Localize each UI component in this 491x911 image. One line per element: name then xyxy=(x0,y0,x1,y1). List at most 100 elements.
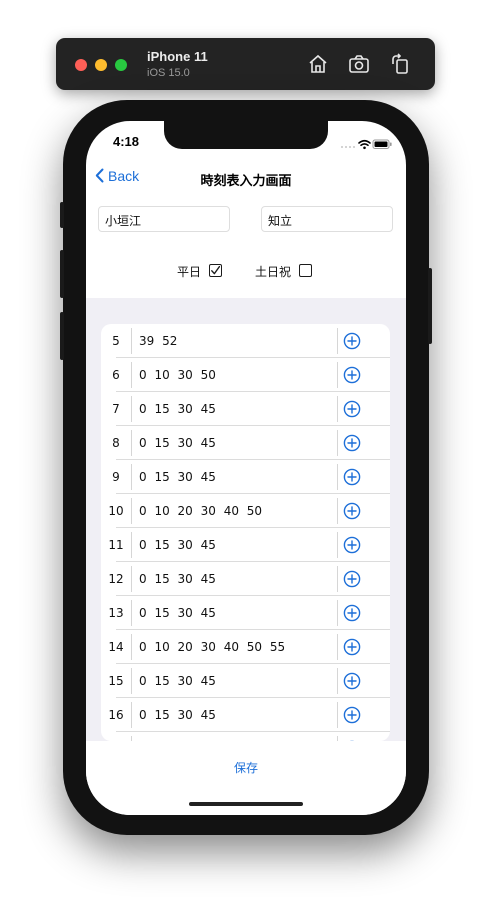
add-minute-button[interactable] xyxy=(343,468,361,486)
hour-cell: 12 xyxy=(108,572,124,586)
hour-cell: 16 xyxy=(108,708,124,722)
column-separator xyxy=(131,702,132,728)
timetable-row: 8 0 15 30 45 xyxy=(101,426,390,460)
timetable-row: 14 0 10 20 30 40 50 55 xyxy=(101,630,390,664)
weekday-label: 平日 xyxy=(177,265,202,279)
add-minute-button[interactable] xyxy=(343,672,361,690)
column-separator xyxy=(131,634,132,660)
column-separator xyxy=(337,702,338,728)
minutes-cell[interactable]: 0 10 30 50 xyxy=(139,358,216,392)
minutes-cell[interactable]: 0 15 30 45 xyxy=(139,528,216,562)
hour-cell: 13 xyxy=(108,606,124,620)
minutes-cell[interactable]: 0 15 30 45 xyxy=(139,460,216,494)
timetable-row: 11 0 15 30 45 xyxy=(101,528,390,562)
plus-circle-icon xyxy=(343,604,361,622)
column-separator xyxy=(337,396,338,422)
plus-circle-icon xyxy=(343,434,361,452)
side-button xyxy=(428,268,432,344)
save-button[interactable]: 保存 xyxy=(86,759,406,776)
hour-cell: 15 xyxy=(108,674,124,688)
minutes-cell[interactable]: 0 15 30 45 xyxy=(139,664,216,698)
add-minute-button[interactable] xyxy=(343,366,361,384)
timetable-row-partial xyxy=(101,732,390,762)
from-station-field[interactable]: 小垣江 xyxy=(98,206,230,232)
plus-circle-icon xyxy=(343,638,361,656)
add-minute-button[interactable] xyxy=(343,332,361,350)
column-separator xyxy=(131,600,132,626)
column-separator xyxy=(131,464,132,490)
add-minute-button[interactable] xyxy=(343,536,361,554)
plus-circle-icon xyxy=(343,502,361,520)
timetable-row: 12 0 15 30 45 xyxy=(101,562,390,596)
column-separator xyxy=(337,532,338,558)
timetable-row: 16 0 15 30 45 xyxy=(101,698,390,732)
phone-screen: 4:18 Back 時刻表入力画面 小垣江 知立 平日 土日祝 5 39 52 … xyxy=(86,121,406,815)
status-indicators xyxy=(340,135,392,150)
timetable-row: 9 0 15 30 45 xyxy=(101,460,390,494)
plus-circle-icon xyxy=(343,570,361,588)
close-window-button[interactable] xyxy=(75,59,87,71)
timetable-row: 15 0 15 30 45 xyxy=(101,664,390,698)
column-separator xyxy=(337,498,338,524)
cellular-signal-icon xyxy=(341,146,355,148)
status-time: 4:18 xyxy=(113,134,140,149)
add-minute-button[interactable] xyxy=(343,400,361,418)
column-separator xyxy=(131,668,132,694)
plus-circle-icon xyxy=(343,536,361,554)
minutes-cell[interactable]: 0 15 30 45 xyxy=(139,562,216,596)
add-minute-button[interactable] xyxy=(343,604,361,622)
wifi-icon xyxy=(358,139,371,147)
column-separator xyxy=(131,328,132,354)
add-minute-button[interactable] xyxy=(343,570,361,588)
hour-cell: 6 xyxy=(112,368,120,382)
add-minute-button[interactable] xyxy=(343,502,361,520)
holiday-checkbox[interactable] xyxy=(299,264,312,277)
zoom-window-button[interactable] xyxy=(115,59,127,71)
page-title: 時刻表入力画面 xyxy=(200,174,292,189)
home-indicator xyxy=(189,802,303,806)
column-separator xyxy=(337,634,338,660)
hour-cell: 14 xyxy=(108,640,124,654)
column-separator xyxy=(131,362,132,388)
add-minute-button[interactable] xyxy=(343,638,361,656)
minutes-cell[interactable]: 0 15 30 45 xyxy=(139,596,216,630)
hour-cell: 10 xyxy=(108,504,124,518)
column-separator xyxy=(337,464,338,490)
timetable-row: 7 0 15 30 45 xyxy=(101,392,390,426)
column-separator xyxy=(131,430,132,456)
plus-circle-icon xyxy=(343,706,361,724)
column-separator xyxy=(337,600,338,626)
hour-cell: 8 xyxy=(112,436,120,450)
hour-cell: 11 xyxy=(108,538,124,552)
timetable-row: 13 0 15 30 45 xyxy=(101,596,390,630)
minutes-cell[interactable]: 0 15 30 45 xyxy=(139,392,216,426)
rotate-icon[interactable] xyxy=(388,52,412,76)
minutes-cell[interactable]: 0 10 20 30 40 50 xyxy=(139,494,262,528)
column-separator xyxy=(337,668,338,694)
to-station-field[interactable]: 知立 xyxy=(261,206,393,232)
minimize-window-button[interactable] xyxy=(95,59,107,71)
weekday-checkbox[interactable] xyxy=(209,264,222,277)
timetable-row: 10 0 10 20 30 40 50 xyxy=(101,494,390,528)
battery-icon xyxy=(372,139,392,149)
column-separator xyxy=(337,566,338,592)
add-minute-button[interactable] xyxy=(343,434,361,452)
column-separator xyxy=(337,328,338,354)
minutes-cell[interactable]: 0 15 30 45 xyxy=(139,426,216,460)
timetable-row: 6 0 10 30 50 xyxy=(101,358,390,392)
minutes-cell[interactable]: 0 10 20 30 40 50 55 xyxy=(139,630,285,664)
column-separator xyxy=(131,532,132,558)
home-icon[interactable] xyxy=(306,52,330,76)
volume-down-button xyxy=(60,312,64,360)
hour-cell: 9 xyxy=(112,470,120,484)
add-minute-button[interactable] xyxy=(343,706,361,724)
minutes-cell[interactable]: 39 52 xyxy=(139,324,177,358)
os-version: iOS 15.0 xyxy=(147,67,190,79)
checkmark-icon xyxy=(210,265,220,274)
screenshot-icon[interactable] xyxy=(347,52,371,76)
minutes-cell[interactable]: 0 15 30 45 xyxy=(139,698,216,732)
hour-cell: 7 xyxy=(112,402,120,416)
device-name: iPhone 11 xyxy=(147,49,208,64)
simulator-toolbar: iPhone 11 iOS 15.0 xyxy=(56,38,435,90)
timetable-row: 5 39 52 xyxy=(101,324,390,358)
